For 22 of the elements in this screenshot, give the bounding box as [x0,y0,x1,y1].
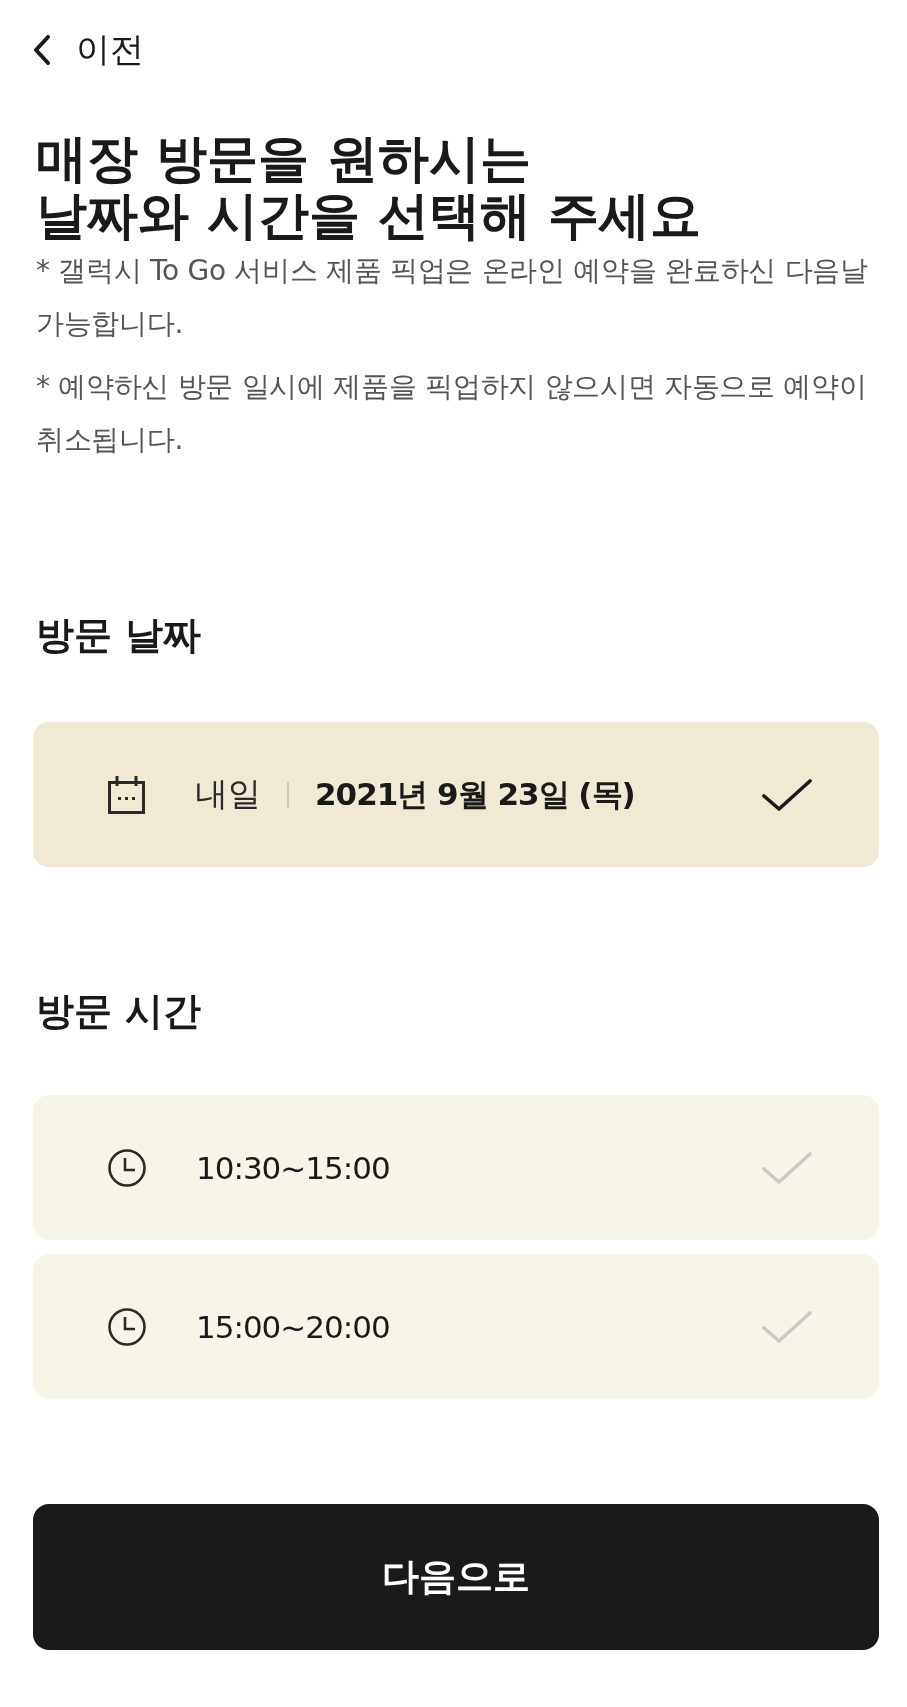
page-title: 매장 방문을 원하시는 [36,130,531,187]
page-title: 날짜와 시간을 선택해 주세요 [36,187,702,244]
notice-text: * 갤럭시 To Go 서비스 제품 픽업은 온라인 예약을 완료하신 다음날 가능합니다. [36,253,869,342]
notice-text: * 예약하신 방문 일시에 제품을 픽업하지 않으시면 자동으로 예약이 취소됩니다. [36,369,868,458]
chevron-left-icon [33,35,51,65]
date-option[interactable]: 내일 2021년 9월 23일 (목) [33,722,879,867]
section-heading: 방문 날짜 [36,613,202,657]
time-option[interactable]: 15:00~20:00 [33,1254,879,1399]
time-text: 15:00~20:00 [196,1308,390,1345]
next-button[interactable]: 다음으로 [33,1504,879,1650]
day-label: 내일 [195,773,261,815]
check-icon [762,777,812,812]
clock-icon [108,1148,146,1187]
check-icon [762,1309,812,1344]
calendar-icon [108,775,145,814]
time-option[interactable]: 10:30~15:00 [33,1095,879,1240]
date-text: 2021년 9월 23일 (목) [315,774,635,814]
back-button[interactable]: 이전 [33,27,144,73]
check-icon [762,1150,812,1185]
clock-icon [108,1307,146,1346]
section-heading: 방문 시간 [36,989,202,1033]
time-text: 10:30~15:00 [196,1149,390,1186]
